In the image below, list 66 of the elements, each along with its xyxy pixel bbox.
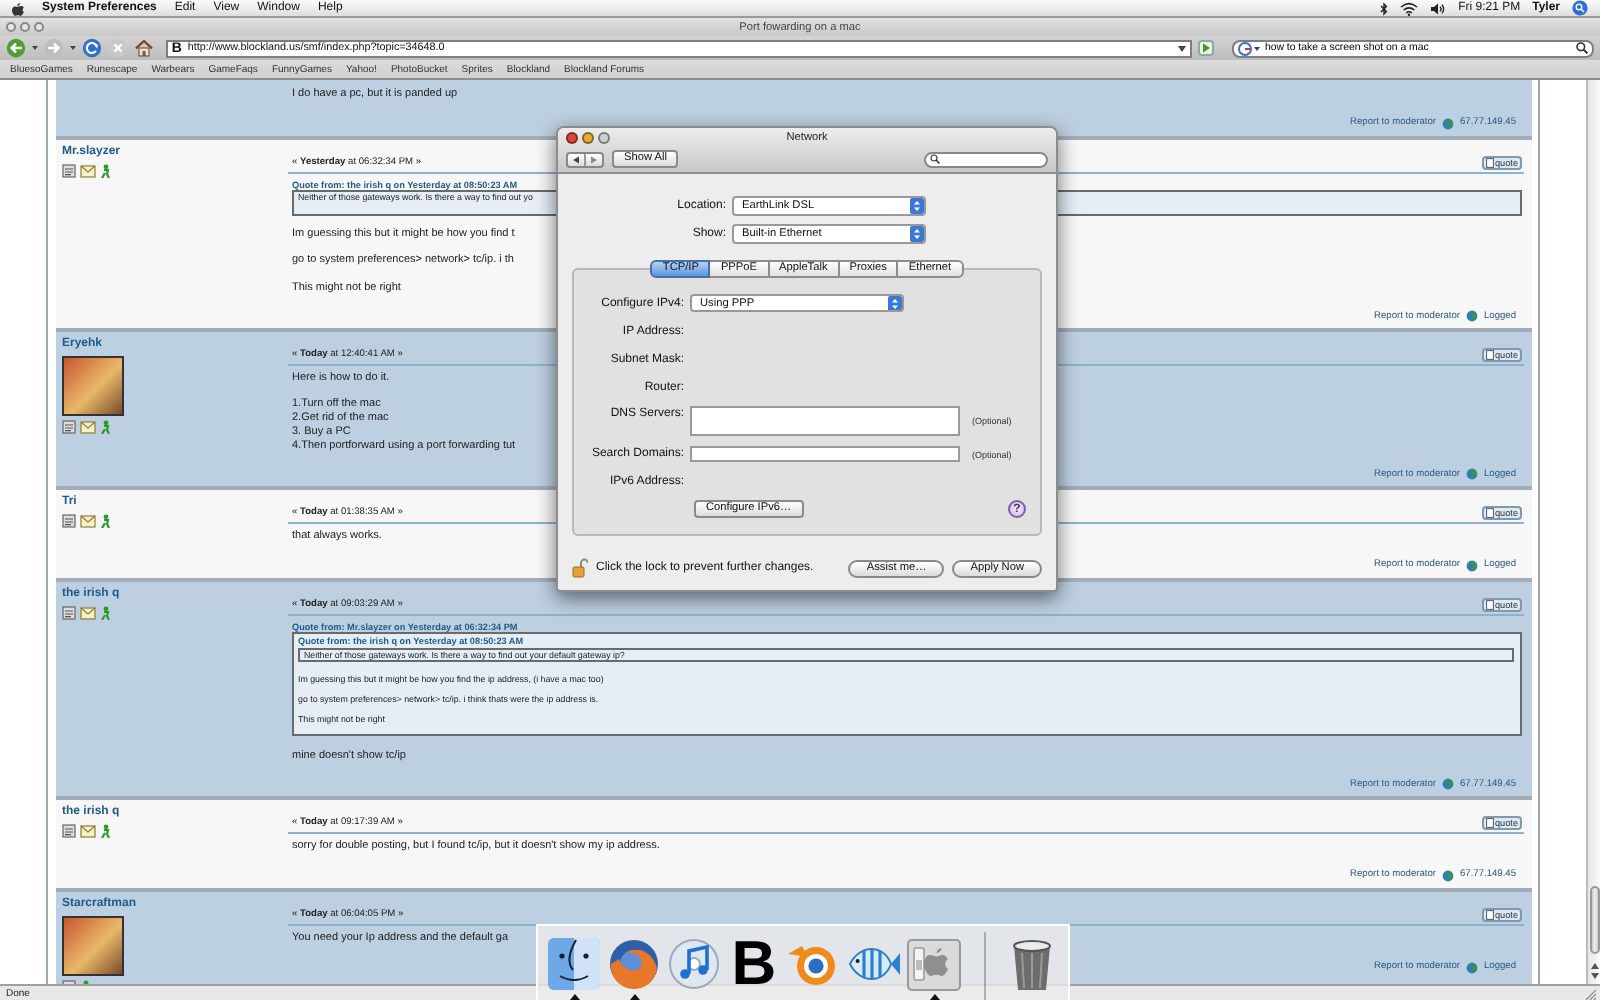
globe-icon: [1465, 961, 1478, 974]
home-icon[interactable]: [133, 38, 154, 58]
search-engine-icon[interactable]: [1238, 41, 1261, 55]
globe-icon: [1441, 778, 1454, 791]
email-icon[interactable]: [80, 420, 96, 435]
globe-icon: [1465, 559, 1478, 572]
user-status-icon: [100, 514, 110, 529]
quote-icon: [1485, 350, 1493, 361]
search-icon[interactable]: [1575, 42, 1588, 54]
reload-icon[interactable]: [81, 38, 102, 58]
globe-icon: [1441, 869, 1454, 882]
globe-icon: [1465, 310, 1478, 323]
back-button[interactable]: [568, 153, 584, 165]
email-icon[interactable]: [80, 514, 96, 529]
quote-icon: [1485, 157, 1493, 168]
text-area-field[interactable]: [690, 406, 960, 436]
email-icon[interactable]: [80, 824, 96, 839]
zoom-button[interactable]: [598, 132, 610, 144]
globe-icon: [1465, 468, 1478, 481]
go-icon[interactable]: [1198, 40, 1215, 56]
user-status-icon: [100, 824, 110, 839]
caret-icon[interactable]: [31, 46, 38, 50]
apple-icon[interactable]: [12, 1, 24, 15]
lock-icon[interactable]: [572, 558, 588, 578]
search-icon: [930, 154, 940, 164]
quote-icon: [1485, 818, 1493, 829]
profile-icon[interactable]: [62, 420, 76, 435]
user-status-icon: [100, 420, 110, 435]
user-status-icon: [100, 163, 110, 178]
scrollbar-thumb[interactable]: [1589, 886, 1599, 954]
close-button[interactable]: [566, 132, 578, 144]
finder-icon[interactable]: [546, 936, 602, 992]
user-status-icon: [100, 605, 110, 620]
letter-icon[interactable]: B: [731, 936, 777, 992]
spotlight-search-icon[interactable]: [1572, 0, 1588, 16]
email-icon[interactable]: [80, 163, 96, 178]
back-icon[interactable]: [6, 38, 26, 58]
quote-icon: [1485, 599, 1493, 610]
email-icon[interactable]: [80, 605, 96, 620]
scroll-arrows-icon[interactable]: [1589, 962, 1599, 980]
caret-icon[interactable]: [69, 46, 76, 50]
dropdown-caret-icon[interactable]: [1178, 45, 1187, 51]
volume-icon[interactable]: [1430, 1, 1447, 15]
apple-panel-icon[interactable]: [906, 936, 962, 992]
search-field[interactable]: [924, 151, 1048, 167]
left-triangle-icon: [572, 155, 580, 163]
profile-icon[interactable]: [62, 514, 76, 529]
zoom-button[interactable]: [34, 22, 44, 32]
minimize-button[interactable]: [20, 22, 30, 32]
globe-icon: [1441, 117, 1454, 130]
minimize-button[interactable]: [582, 132, 594, 144]
profile-icon[interactable]: [62, 824, 76, 839]
fox-globe-icon[interactable]: [606, 936, 662, 992]
text-field[interactable]: [690, 446, 960, 462]
quote-icon: [1485, 508, 1493, 519]
quote-icon: [1485, 909, 1493, 920]
profile-icon[interactable]: [62, 163, 76, 178]
popup-arrows-icon: [910, 226, 924, 242]
bluetooth-icon[interactable]: [1380, 1, 1389, 15]
scrollbar[interactable]: [1586, 80, 1600, 984]
popup-arrows-icon: [888, 296, 902, 310]
resize-grip-icon[interactable]: [1584, 987, 1596, 999]
music-note-icon[interactable]: [666, 936, 722, 992]
profile-icon[interactable]: [62, 605, 76, 620]
popup-arrows-icon: [910, 198, 924, 214]
wifi-icon[interactable]: [1400, 1, 1419, 15]
